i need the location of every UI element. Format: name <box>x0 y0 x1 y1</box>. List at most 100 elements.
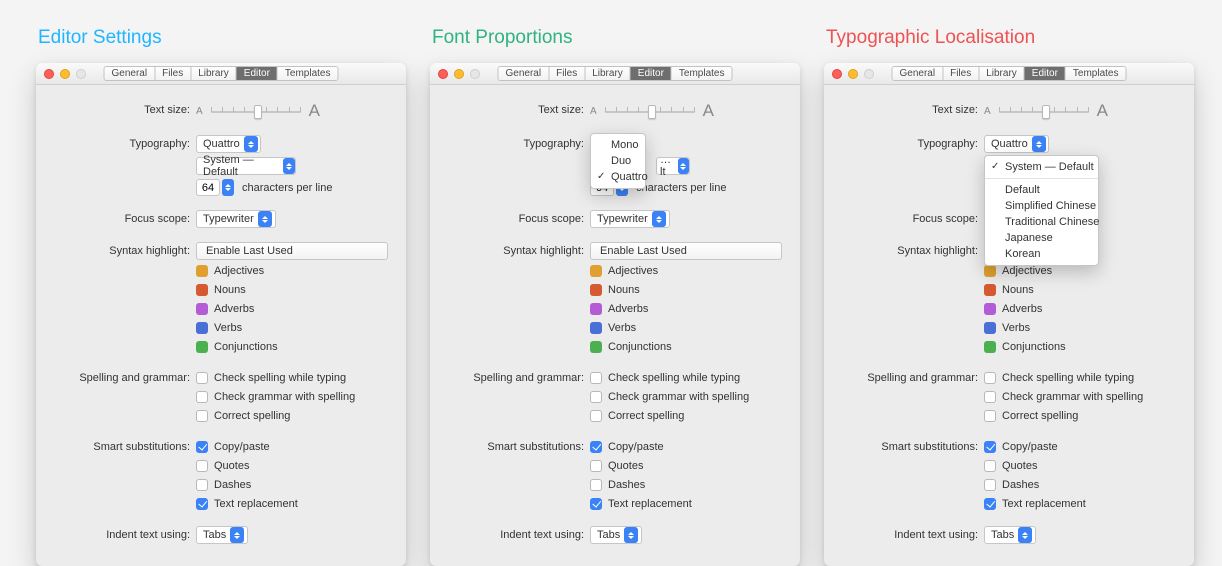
swatch-adjectives[interactable] <box>590 265 602 277</box>
tab-templates[interactable]: Templates <box>1066 67 1126 80</box>
tab-library[interactable]: Library <box>979 67 1025 80</box>
close-icon[interactable] <box>44 69 54 79</box>
typography-value: Quattro <box>991 138 1028 150</box>
check-text-replacement[interactable] <box>984 498 996 510</box>
tab-editor[interactable]: Editor <box>631 67 672 80</box>
check-copy-paste[interactable] <box>984 441 996 453</box>
menu-item-system-default[interactable]: System — Default <box>985 159 1098 175</box>
tab-templates[interactable]: Templates <box>672 67 732 80</box>
zoom-icon[interactable] <box>76 69 86 79</box>
indent-value: Tabs <box>203 529 226 541</box>
label-spelling: Spelling and grammar: <box>448 369 590 384</box>
zoom-icon[interactable] <box>864 69 874 79</box>
enable-last-used-button[interactable]: Enable Last Used <box>590 242 782 260</box>
text-size-slider[interactable] <box>999 104 1089 118</box>
tab-general[interactable]: General <box>105 67 156 80</box>
tab-editor[interactable]: Editor <box>1025 67 1066 80</box>
enable-last-used-button[interactable]: Enable Last Used <box>196 242 388 260</box>
check-dashes[interactable] <box>590 479 602 491</box>
syntax-row: Adverbs <box>196 300 388 317</box>
check-copy-paste[interactable] <box>590 441 602 453</box>
focus-scope-popup[interactable]: Typewriter <box>590 210 670 228</box>
indent-popup[interactable]: Tabs <box>590 526 642 544</box>
close-icon[interactable] <box>832 69 842 79</box>
focus-scope-popup[interactable]: Typewriter <box>196 210 276 228</box>
preferences-tabs: General Files Library Editor Templates <box>892 66 1127 81</box>
titlebar: General Files Library Editor Templates <box>824 63 1194 85</box>
font-locale-menu: System — Default Default Simplified Chin… <box>984 155 1099 266</box>
check-correct-spelling[interactable] <box>196 410 208 422</box>
swatch-conjunctions[interactable] <box>590 341 602 353</box>
text-size-slider[interactable] <box>211 104 301 118</box>
menu-item-mono[interactable]: Mono <box>591 137 645 153</box>
swatch-conjunctions[interactable] <box>196 341 208 353</box>
panel-title: Editor Settings <box>36 27 406 49</box>
swatch-verbs[interactable] <box>984 322 996 334</box>
minimize-icon[interactable] <box>60 69 70 79</box>
check-text-replacement[interactable] <box>590 498 602 510</box>
swatch-conjunctions[interactable] <box>984 341 996 353</box>
check-grammar[interactable] <box>196 391 208 403</box>
check-text-replacement[interactable] <box>196 498 208 510</box>
swatch-adverbs[interactable] <box>196 303 208 315</box>
check-correct-spelling[interactable] <box>590 410 602 422</box>
close-icon[interactable] <box>438 69 448 79</box>
check-copy-paste[interactable] <box>196 441 208 453</box>
swatch-nouns[interactable] <box>984 284 996 296</box>
check-dashes[interactable] <box>984 479 996 491</box>
menu-item-quattro[interactable]: Quattro <box>591 169 645 185</box>
small-a-icon: A <box>984 106 991 117</box>
swatch-verbs[interactable] <box>196 322 208 334</box>
swatch-verbs[interactable] <box>590 322 602 334</box>
zoom-icon[interactable] <box>470 69 480 79</box>
font-locale-popup[interactable]: …lt <box>656 157 690 175</box>
minimize-icon[interactable] <box>848 69 858 79</box>
cpl-field[interactable] <box>196 179 220 196</box>
tab-library[interactable]: Library <box>585 67 631 80</box>
swatch-adverbs[interactable] <box>984 303 996 315</box>
menu-item-default[interactable]: Default <box>985 182 1098 198</box>
tab-general[interactable]: General <box>499 67 550 80</box>
indent-popup[interactable]: Tabs <box>196 526 248 544</box>
label-text-size: Text size: <box>54 101 196 116</box>
menu-item-simplified-chinese[interactable]: Simplified Chinese <box>985 198 1098 214</box>
check-quotes[interactable] <box>196 460 208 472</box>
typography-popup[interactable]: Quattro <box>196 135 261 153</box>
font-locale-popup[interactable]: System — Default <box>196 157 296 175</box>
label-text-size: Text size: <box>448 101 590 116</box>
menu-item-traditional-chinese[interactable]: Traditional Chinese <box>985 214 1098 230</box>
swatch-adjectives[interactable] <box>196 265 208 277</box>
tab-files[interactable]: Files <box>943 67 979 80</box>
tab-templates[interactable]: Templates <box>278 67 338 80</box>
indent-popup[interactable]: Tabs <box>984 526 1036 544</box>
tab-files[interactable]: Files <box>549 67 585 80</box>
minimize-icon[interactable] <box>454 69 464 79</box>
focus-scope-value: Typewriter <box>203 213 254 225</box>
typography-popup[interactable]: Quattro <box>984 135 1049 153</box>
tab-general[interactable]: General <box>893 67 944 80</box>
tab-editor[interactable]: Editor <box>237 67 278 80</box>
swatch-adverbs[interactable] <box>590 303 602 315</box>
check-spelling-typing[interactable] <box>984 372 996 384</box>
check-grammar[interactable] <box>984 391 996 403</box>
label-text-size: Text size: <box>842 101 984 116</box>
check-grammar[interactable] <box>590 391 602 403</box>
swatch-nouns[interactable] <box>196 284 208 296</box>
check-spelling-typing[interactable] <box>590 372 602 384</box>
check-correct-spelling[interactable] <box>984 410 996 422</box>
cpl-stepper[interactable] <box>196 179 234 196</box>
check-dashes[interactable] <box>196 479 208 491</box>
tab-files[interactable]: Files <box>155 67 191 80</box>
menu-item-japanese[interactable]: Japanese <box>985 230 1098 246</box>
menu-item-korean[interactable]: Korean <box>985 246 1098 262</box>
swatch-adjectives[interactable] <box>984 265 996 277</box>
swatch-nouns[interactable] <box>590 284 602 296</box>
check-spelling-typing[interactable] <box>196 372 208 384</box>
tab-library[interactable]: Library <box>191 67 237 80</box>
check-quotes[interactable] <box>984 460 996 472</box>
stepper-arrows-icon[interactable] <box>222 179 234 196</box>
check-quotes[interactable] <box>590 460 602 472</box>
chevron-updown-icon <box>652 211 666 227</box>
text-size-slider[interactable] <box>605 104 695 118</box>
menu-item-duo[interactable]: Duo <box>591 153 645 169</box>
